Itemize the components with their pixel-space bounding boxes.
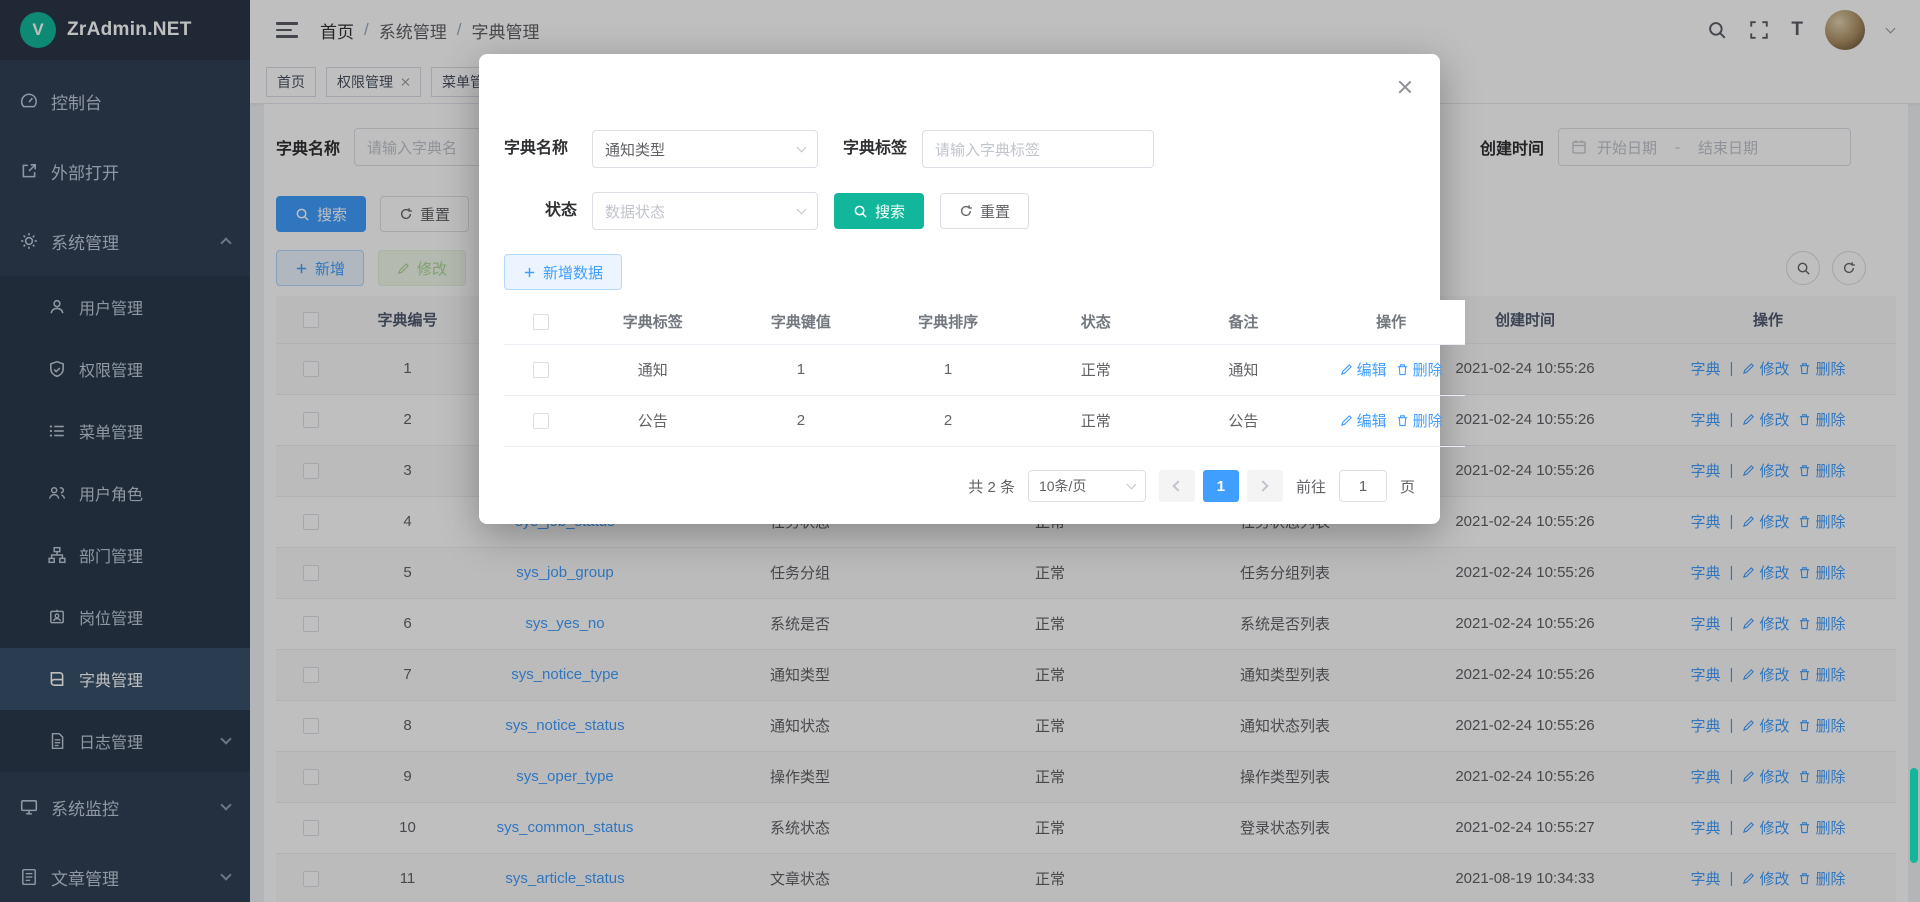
page-unit-label: 页 [1400, 476, 1415, 497]
dialog-status-label: 状态 [545, 192, 577, 230]
chevron-right-icon [1258, 480, 1269, 491]
dialog-dict-label-label: 字典标签 [843, 130, 907, 168]
edit-link[interactable]: 编辑 [1340, 359, 1387, 380]
col-dict-value: 字典键值 [728, 300, 875, 344]
dialog-dict-name-select[interactable]: 通知类型 [592, 130, 818, 168]
cell-status: 正常 [1022, 344, 1170, 395]
col-remark: 备注 [1170, 300, 1318, 344]
pagination-total: 共 2 条 [968, 476, 1015, 497]
page-number-button[interactable]: 1 [1203, 470, 1239, 502]
col-actions: 操作 [1317, 300, 1465, 344]
col-status: 状态 [1022, 300, 1170, 344]
goto-page-input[interactable]: 1 [1339, 470, 1387, 502]
dialog-dict-label-input[interactable]: 请输入字典标签 [922, 130, 1154, 168]
cell-dict-sort: 2 [874, 395, 1022, 446]
dialog-status-select[interactable]: 数据状态 [592, 192, 818, 230]
page-scrollbar-thumb[interactable] [1910, 768, 1918, 863]
select-all-checkbox[interactable] [533, 314, 549, 330]
dict-data-row[interactable]: 通知 1 1 正常 通知 编辑 删除 [504, 344, 1465, 395]
col-dict-label: 字典标签 [578, 300, 728, 344]
cell-dict-label: 通知 [578, 344, 728, 395]
dict-data-table: 字典标签 字典键值 字典排序 状态 备注 操作 通知 1 1 正常 通知 [504, 300, 1465, 447]
pagination: 共 2 条 10条/页 1 前往 1 页 [968, 470, 1415, 502]
next-page-button[interactable] [1247, 470, 1283, 502]
chevron-left-icon [1173, 480, 1184, 491]
dialog-search-button[interactable]: 搜索 [834, 193, 924, 229]
chevron-down-icon [797, 143, 807, 153]
row-actions: 编辑 删除 [1340, 410, 1443, 431]
cell-dict-label: 公告 [578, 395, 728, 446]
dict-data-row[interactable]: 公告 2 2 正常 公告 编辑 删除 [504, 395, 1465, 446]
delete-link[interactable]: 删除 [1396, 359, 1443, 380]
prev-page-button[interactable] [1159, 470, 1195, 502]
pager: 1 [1159, 470, 1283, 502]
chevron-down-icon [797, 205, 807, 215]
delete-icon [1396, 414, 1409, 427]
dict-data-dialog: 字典名称 通知类型 字典标签 请输入字典标签 状态 数据状态 搜索 重置 新增数… [479, 54, 1440, 524]
dialog-dict-name-label: 字典名称 [504, 130, 568, 168]
edit-icon [1340, 414, 1353, 427]
delete-link[interactable]: 删除 [1396, 410, 1443, 431]
row-actions: 编辑 删除 [1340, 359, 1443, 380]
row-checkbox[interactable] [533, 413, 549, 429]
chevron-down-icon [1127, 480, 1137, 490]
edit-link[interactable]: 编辑 [1340, 410, 1387, 431]
page-size-select[interactable]: 10条/页 [1028, 470, 1146, 502]
cell-dict-sort: 1 [874, 344, 1022, 395]
edit-icon [1340, 363, 1353, 376]
col-dict-sort: 字典排序 [874, 300, 1022, 344]
goto-label: 前往 [1296, 476, 1326, 497]
dict-data-header-row: 字典标签 字典键值 字典排序 状态 备注 操作 [504, 300, 1465, 344]
cell-dict-value: 1 [728, 344, 875, 395]
add-data-button[interactable]: 新增数据 [504, 254, 622, 290]
row-checkbox[interactable] [533, 362, 549, 378]
delete-icon [1396, 363, 1409, 376]
cell-status: 正常 [1022, 395, 1170, 446]
cell-remark: 公告 [1170, 395, 1318, 446]
dialog-close-icon[interactable] [1396, 78, 1414, 96]
dialog-reset-button[interactable]: 重置 [940, 193, 1029, 229]
cell-remark: 通知 [1170, 344, 1318, 395]
cell-dict-value: 2 [728, 395, 875, 446]
